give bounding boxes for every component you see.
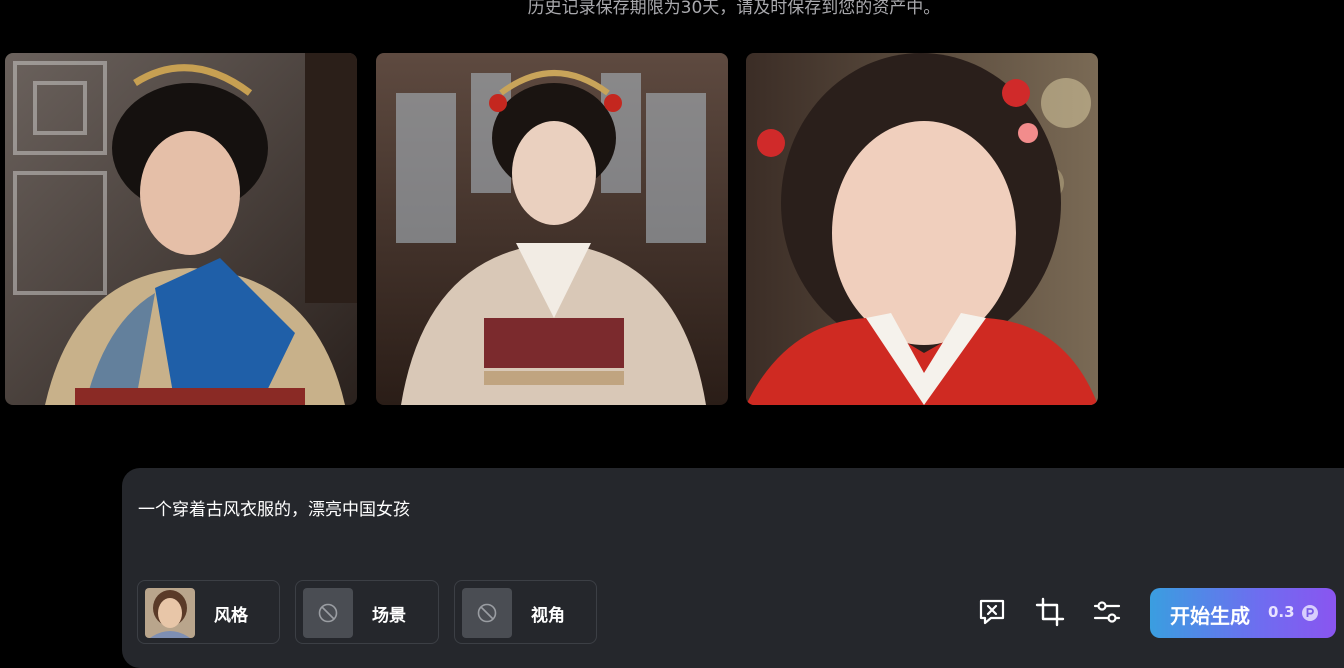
generate-button[interactable]: 开始生成 0.3: [1150, 588, 1336, 638]
history-notice: 历史记录保存期限为30天，请及时保存到您的资产中。: [527, 0, 941, 18]
generate-label: 开始生成: [1170, 604, 1250, 628]
crop-icon[interactable]: [1034, 596, 1066, 628]
generated-image-2[interactable]: [376, 53, 728, 405]
angle-label: 视角: [531, 606, 565, 626]
portrait-image: [5, 53, 357, 405]
scene-label: 场景: [372, 606, 406, 626]
generated-image-1[interactable]: [5, 53, 357, 405]
clear-prompt-icon[interactable]: [976, 596, 1008, 628]
prompt-input[interactable]: 一个穿着古风衣服的，漂亮中国女孩: [138, 498, 410, 522]
style-thumbnail: [145, 588, 195, 638]
angle-selector[interactable]: 视角: [454, 580, 597, 644]
scene-selector[interactable]: 场景: [295, 580, 439, 644]
generate-cost: 0.3: [1268, 603, 1295, 621]
style-selector[interactable]: 风格: [137, 580, 280, 644]
portrait-image: [376, 53, 728, 405]
none-icon: [303, 588, 353, 638]
prompt-composer: 一个穿着古风衣服的，漂亮中国女孩 风格 场景 视角 开始生成 0.3: [122, 468, 1344, 668]
portrait-image: [746, 53, 1098, 405]
style-label: 风格: [214, 606, 248, 626]
none-icon: [462, 588, 512, 638]
settings-sliders-icon[interactable]: [1091, 596, 1123, 628]
generated-image-3[interactable]: [746, 53, 1098, 405]
credit-coin-icon: [1302, 605, 1318, 621]
